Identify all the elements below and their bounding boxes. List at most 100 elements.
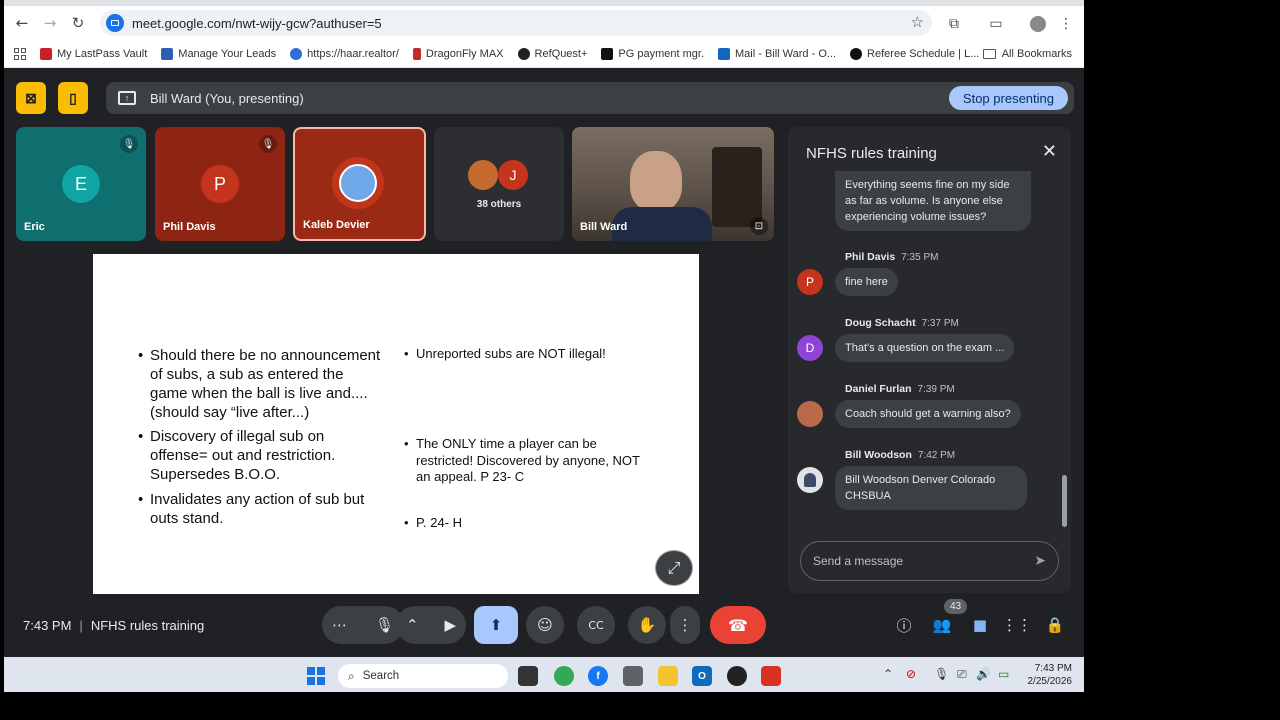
tab-search-icon[interactable]: ▭ <box>984 10 1008 38</box>
captions-button[interactable]: CC <box>577 606 615 644</box>
more-audio-icon[interactable]: ⋯ <box>332 616 347 634</box>
participant-tile-phil-davis[interactable]: P 🎙 Phil Davis <box>155 127 285 241</box>
leave-call-button[interactable]: ☎ <box>710 606 766 644</box>
fullscreen-icon[interactable]: ⤢ <box>655 550 693 586</box>
address-bar[interactable]: meet.google.com/nwt-wijy-gcw?authuser=5 … <box>100 10 932 36</box>
activities-icon[interactable]: ⋮⋮ <box>1002 614 1032 636</box>
hand-icon: ✋ <box>637 616 657 634</box>
windows-taskbar: ⌕ Search f O ⌃ ⊘ 🎙 ⎚ 🔊 ▭ 7:43 PM 2/25/202… <box>4 657 1084 692</box>
emoji-icon: ☺ <box>537 616 553 634</box>
bookmark-item[interactable]: Referee Schedule | L... <box>850 47 979 60</box>
present-icon: ⬆ <box>489 616 503 634</box>
outlook-icon[interactable]: O <box>692 666 712 686</box>
bookmark-label: My LastPass Vault <box>57 47 148 60</box>
frame-icon[interactable]: ⊡ <box>750 217 768 235</box>
bookmark-label: RefQuest+ <box>534 47 588 60</box>
right-bullets-bottom: P. 24- H <box>404 515 644 532</box>
reload-icon[interactable]: ↻ <box>64 9 92 37</box>
avatar-photo <box>797 467 823 493</box>
stop-presenting-button[interactable]: Stop presenting <box>948 86 1068 110</box>
bookmark-item[interactable]: RefQuest+ <box>517 47 588 60</box>
participant-tile-eric[interactable]: E 🎙 Eric <box>16 127 146 241</box>
facebook-icon[interactable]: f <box>588 666 608 686</box>
audio-controls: ⋯ 🎙 <box>322 606 404 644</box>
avatar: P <box>201 165 239 203</box>
tray-overflow-icon[interactable]: ⌃ <box>883 667 893 681</box>
raise-hand-button[interactable]: ✋ <box>628 606 666 644</box>
companion-mode-button[interactable]: ▯ <box>58 82 88 114</box>
captions-icon: CC <box>588 618 604 632</box>
presenting-bar: ↑ Bill Ward (You, presenting) Stop prese… <box>106 82 1074 114</box>
microphone-tray-icon[interactable]: 🎙 <box>934 667 949 681</box>
bookmark-item[interactable]: PG payment mgr. <box>601 47 704 60</box>
extensions-icon[interactable]: ⧉ <box>942 10 966 38</box>
chat-icon[interactable]: ■ <box>969 614 991 636</box>
microphone-icon[interactable]: 🎙 <box>375 616 394 634</box>
bookmark-item[interactable]: https://haar.realtor/ <box>290 47 399 60</box>
right-bullets-mid: The ONLY time a player can be restricted… <box>404 436 644 486</box>
send-message-input[interactable] <box>813 554 1013 568</box>
right-bullets-top: Unreported subs are NOT illegal! <box>404 346 644 363</box>
send-icon[interactable]: ➤ <box>1034 553 1046 569</box>
camera-icon[interactable]: ▶ <box>444 616 456 634</box>
message-header: Daniel Furlan 7:39 PM <box>845 383 955 395</box>
meeting-name: NFHS rules training <box>90 618 205 633</box>
file-explorer-icon[interactable] <box>658 666 678 686</box>
hide-self-view-button[interactable]: ⊠ <box>16 82 46 114</box>
taskbar-search[interactable]: ⌕ Search <box>338 664 508 688</box>
forward-icon[interactable]: → <box>36 9 64 37</box>
globe-icon <box>290 47 303 60</box>
close-icon[interactable]: ✕ <box>1042 141 1057 162</box>
system-clock[interactable]: 7:43 PM 2/25/2026 <box>1028 662 1073 688</box>
participant-name: Phil Davis <box>163 221 216 233</box>
all-bookmarks-label: All Bookmarks <box>1001 47 1072 60</box>
bookmark-label: https://haar.realtor/ <box>307 47 399 60</box>
video-controls: ⌃ ▶ <box>396 606 466 644</box>
windows-start-icon[interactable] <box>307 667 325 685</box>
profile-avatar[interactable] <box>1026 10 1050 38</box>
meeting-details-icon[interactable]: ⓘ <box>893 614 915 636</box>
chevron-up-icon[interactable]: ⌃ <box>406 616 419 634</box>
volume-icon[interactable]: 🔊 <box>976 667 991 681</box>
refquest-icon <box>517 47 530 60</box>
task-view-icon[interactable] <box>518 666 538 686</box>
others-tile[interactable]: J 38 others <box>434 127 564 241</box>
reactions-button[interactable]: ☺ <box>526 606 564 644</box>
people-icon[interactable]: 👥 <box>931 614 953 636</box>
present-screen-icon: ↑ <box>118 91 136 105</box>
host-controls-icon[interactable]: 🔒 <box>1044 614 1066 636</box>
others-count: 38 others <box>476 199 522 210</box>
battery-icon[interactable]: ▭ <box>998 667 1009 681</box>
bookmark-label: Mail - Bill Ward - O... <box>735 47 837 60</box>
leads-icon <box>161 47 174 60</box>
sender-name: Doug Schacht <box>845 317 916 329</box>
screen: ← → ↻ meet.google.com/nwt-wijy-gcw?authu… <box>4 0 1084 692</box>
participant-tile-bill-ward[interactable]: Bill Ward ⊡ <box>572 127 774 241</box>
present-now-button[interactable]: ⬆ <box>474 606 518 644</box>
active-app-icon[interactable] <box>761 666 781 686</box>
app-icon[interactable] <box>727 666 747 686</box>
bookmark-item[interactable]: My LastPass Vault <box>40 47 148 60</box>
lastpass-icon <box>40 47 52 60</box>
taskbar-search-label: Search <box>362 670 400 682</box>
chrome-menu-icon[interactable]: ⋮ <box>1054 10 1078 38</box>
bookmark-item[interactable]: Mail - Bill Ward - O... <box>718 47 837 60</box>
network-icon[interactable]: ⎚ <box>957 667 967 682</box>
apps-grid-icon[interactable] <box>14 47 26 60</box>
chat-scrollbar[interactable] <box>1062 475 1067 527</box>
bookmark-label: PG payment mgr. <box>618 47 704 60</box>
back-icon[interactable]: ← <box>8 9 36 37</box>
camera-app-icon[interactable] <box>623 666 643 686</box>
bookmark-star-icon[interactable]: ☆ <box>911 13 924 31</box>
bookmark-item[interactable]: DragonFly MAX <box>412 47 504 60</box>
mic-off-icon: 🎙 <box>259 135 277 153</box>
all-bookmarks[interactable]: All Bookmarks <box>982 47 1072 60</box>
clock-time: 7:43 PM <box>1034 663 1072 674</box>
chat-title: NFHS rules training <box>806 145 937 162</box>
sender-name: Daniel Furlan <box>845 383 912 395</box>
tray-icon[interactable]: ⊘ <box>906 667 916 681</box>
chrome-icon[interactable] <box>554 666 574 686</box>
more-options-button[interactable]: ⋮ <box>670 606 700 644</box>
participant-tile-kaleb-devier[interactable]: Kaleb Devier <box>293 127 426 241</box>
bookmark-item[interactable]: Manage Your Leads <box>161 47 276 60</box>
